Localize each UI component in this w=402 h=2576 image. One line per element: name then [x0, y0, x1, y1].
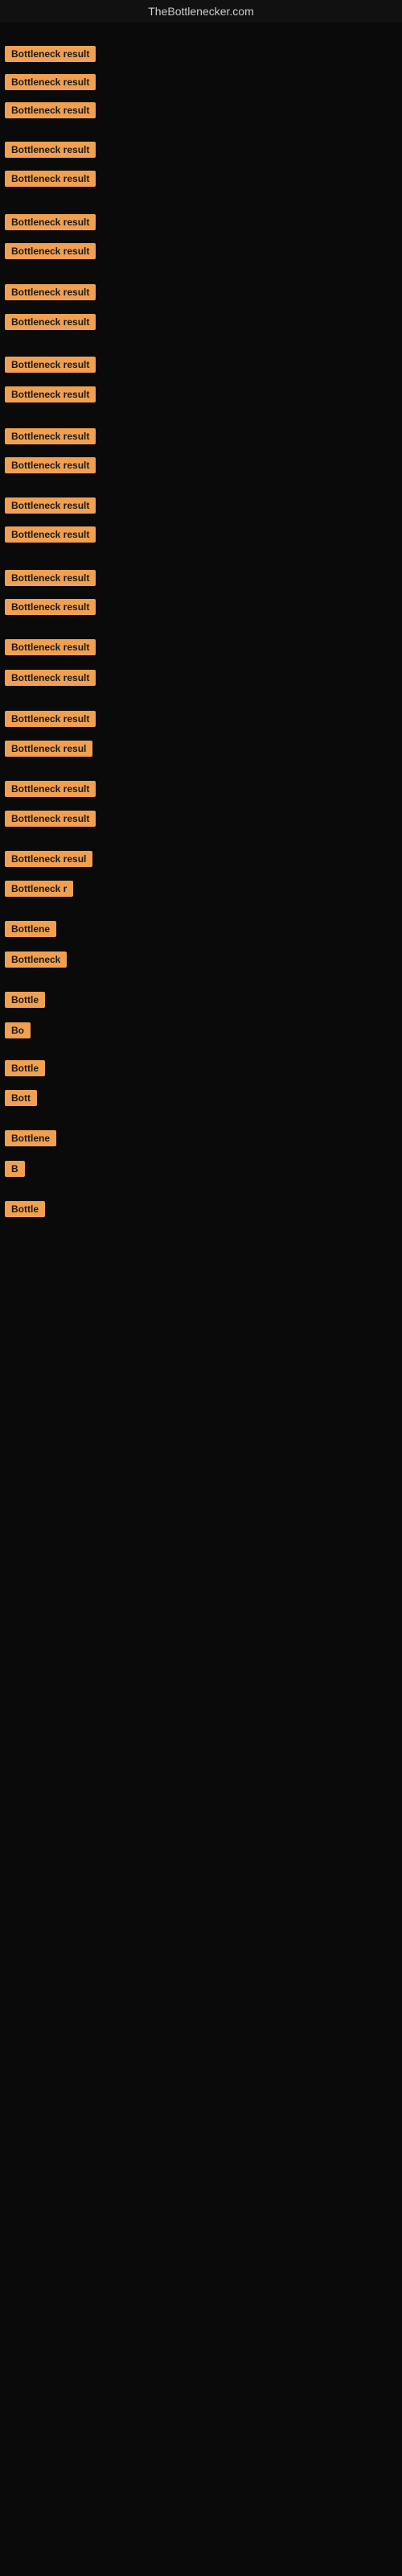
site-header: TheBottlenecker.com [0, 0, 402, 23]
result-row: B [0, 1158, 30, 1184]
result-row: Bottlene [0, 1127, 61, 1154]
result-row: Bottle [0, 1198, 50, 1224]
result-row: Bottleneck result [0, 425, 100, 452]
result-row: Bottlene [0, 918, 61, 944]
bottleneck-badge[interactable]: Bottleneck result [5, 457, 96, 473]
result-row: Bottleneck result [0, 211, 100, 237]
result-row: Bottle [0, 989, 50, 1015]
bottleneck-badge[interactable]: Bottleneck result [5, 811, 96, 827]
bottleneck-badge[interactable]: Bottleneck result [5, 357, 96, 373]
result-row: Bottleneck result [0, 99, 100, 126]
bottleneck-badge[interactable]: Bottle [5, 1060, 45, 1076]
bottleneck-badge[interactable]: Bottleneck result [5, 214, 96, 230]
result-row: Bottleneck result [0, 311, 100, 337]
result-row: Bottleneck result [0, 281, 100, 308]
bottleneck-badge[interactable]: Bottleneck result [5, 526, 96, 543]
result-row: Bottleneck result [0, 353, 100, 380]
bottleneck-badge[interactable]: Bottleneck result [5, 74, 96, 90]
bottleneck-badge[interactable]: Bott [5, 1090, 37, 1106]
bottleneck-badge[interactable]: Bottleneck result [5, 142, 96, 158]
result-row: Bottleneck result [0, 708, 100, 734]
bottleneck-badge[interactable]: Bottleneck result [5, 639, 96, 655]
result-row: Bottleneck result [0, 167, 100, 194]
bottleneck-badge[interactable]: Bottleneck result [5, 428, 96, 444]
badges-container: Bottleneck result Bottleneck result Bottle… [0, 23, 402, 1311]
result-row: Bottle [0, 1057, 50, 1084]
bottleneck-badge[interactable]: Bottleneck result [5, 314, 96, 330]
bottleneck-badge[interactable]: Bottle [5, 1201, 45, 1217]
bottleneck-badge[interactable]: Bottleneck result [5, 46, 96, 62]
result-row: Bottleneck result [0, 43, 100, 69]
bottleneck-badge[interactable]: Bottlene [5, 921, 56, 937]
bottleneck-badge[interactable]: B [5, 1161, 25, 1177]
result-row: Bottleneck result [0, 523, 100, 550]
result-row: Bottleneck resul [0, 737, 97, 764]
result-row: Bottleneck result [0, 454, 100, 481]
result-row: Bottleneck result [0, 778, 100, 804]
bottleneck-badge[interactable]: Bottleneck result [5, 102, 96, 118]
result-row: Bottleneck result [0, 567, 100, 593]
result-row: Bottleneck result [0, 383, 100, 410]
result-row: Bottleneck result [0, 138, 100, 165]
bottleneck-badge[interactable]: Bottleneck result [5, 599, 96, 615]
bottleneck-badge[interactable]: Bottle [5, 992, 45, 1008]
bottleneck-badge[interactable]: Bottleneck result [5, 570, 96, 586]
bottleneck-badge[interactable]: Bottleneck result [5, 670, 96, 686]
result-row: Bottleneck result [0, 667, 100, 693]
result-row: Bottleneck result [0, 240, 100, 266]
result-row: Bottleneck resul [0, 848, 97, 874]
result-row: Bott [0, 1087, 42, 1113]
result-row: Bottleneck r [0, 877, 78, 904]
bottleneck-badge[interactable]: Bottleneck result [5, 497, 96, 514]
bottleneck-badge[interactable]: Bottleneck result [5, 781, 96, 797]
result-row: Bottleneck result [0, 807, 100, 834]
bottleneck-badge[interactable]: Bottleneck [5, 952, 67, 968]
bottleneck-badge[interactable]: Bottleneck result [5, 243, 96, 259]
bottleneck-badge[interactable]: Bo [5, 1022, 31, 1038]
bottleneck-badge[interactable]: Bottleneck r [5, 881, 73, 897]
result-row: Bottleneck [0, 948, 72, 975]
result-row: Bottleneck result [0, 494, 100, 521]
bottleneck-badge[interactable]: Bottleneck result [5, 171, 96, 187]
bottleneck-badge[interactable]: Bottleneck result [5, 284, 96, 300]
bottleneck-badge[interactable]: Bottleneck result [5, 711, 96, 727]
site-title: TheBottlenecker.com [0, 0, 402, 23]
bottleneck-badge[interactable]: Bottlene [5, 1130, 56, 1146]
bottleneck-badge[interactable]: Bottleneck resul [5, 741, 92, 757]
result-row: Bottleneck result [0, 636, 100, 663]
result-row: Bottleneck result [0, 71, 100, 97]
result-row: Bo [0, 1019, 35, 1046]
result-row: Bottleneck result [0, 596, 100, 622]
bottleneck-badge[interactable]: Bottleneck result [5, 386, 96, 402]
bottleneck-badge[interactable]: Bottleneck resul [5, 851, 92, 867]
